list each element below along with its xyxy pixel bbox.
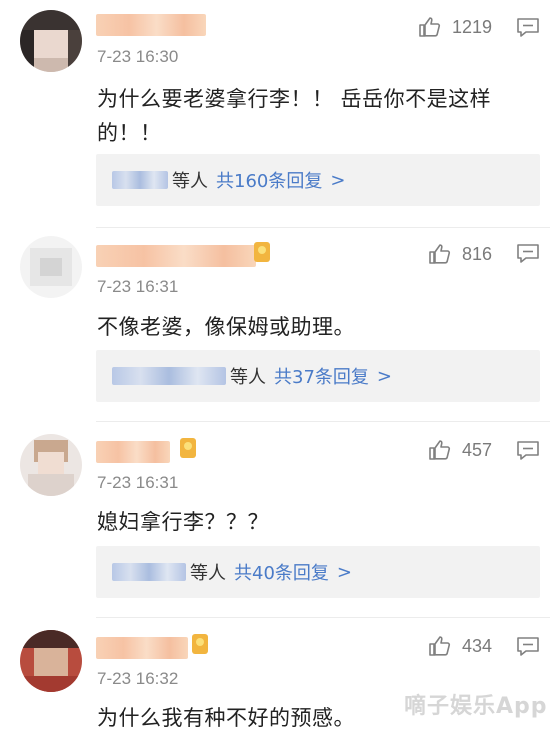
like-button[interactable]: 816 — [428, 242, 492, 266]
comment-time: 7-23 16:31 — [97, 473, 179, 492]
like-button[interactable]: 1219 — [418, 15, 492, 39]
comment-text: 媳妇拿行李？？？ — [97, 510, 269, 534]
avatar[interactable] — [20, 434, 82, 496]
comment-time: 7-23 16:31 — [97, 277, 179, 296]
chevron-right-icon: > — [376, 365, 392, 387]
reply-user-names — [112, 367, 226, 385]
reply-user-names — [112, 171, 168, 189]
comment-item: 7-23 16:30 为什么要老婆拿行李！！ 岳岳你不是这样的！！ 等人 共16… — [0, 0, 550, 215]
reply-suffix: 等人 — [172, 171, 208, 192]
thumbs-up-icon — [429, 636, 451, 656]
like-button[interactable]: 434 — [428, 634, 492, 658]
reply-count-link[interactable]: 共40条回复 — [234, 559, 329, 585]
vip-badge-icon — [192, 634, 208, 654]
reply-suffix: 等人 — [190, 563, 226, 584]
reply-summary[interactable]: 等人 共37条回复 > — [96, 350, 540, 402]
vip-badge-icon — [180, 438, 196, 458]
like-count: 434 — [462, 635, 493, 656]
comment-reply-icon[interactable] — [516, 17, 540, 39]
avatar[interactable] — [20, 10, 82, 72]
comment-reply-icon[interactable] — [516, 243, 540, 265]
username[interactable] — [96, 441, 170, 463]
reply-count-link[interactable]: 共37条回复 — [274, 363, 369, 389]
thumbs-up-icon — [429, 440, 451, 460]
reply-user-names — [112, 563, 186, 581]
comment-reply-icon[interactable] — [516, 636, 540, 658]
reply-suffix: 等人 — [230, 367, 266, 388]
comment-time: 7-23 16:30 — [97, 47, 179, 66]
like-button[interactable]: 457 — [428, 438, 492, 462]
comment-text: 不像老婆，像保姆或助理。 — [97, 315, 355, 339]
comment-item: 7-23 16:31 不像老婆，像保姆或助理。 等人 共37条回复 > 816 — [0, 228, 550, 424]
vip-badge-icon — [254, 242, 270, 262]
avatar[interactable] — [20, 630, 82, 692]
reply-summary[interactable]: 等人 共40条回复 > — [96, 546, 540, 598]
comment-text: 为什么要老婆拿行李！！ 岳岳你不是这样的！！ — [97, 87, 492, 145]
thumbs-up-icon — [419, 17, 441, 37]
avatar[interactable] — [20, 236, 82, 298]
comment-time: 7-23 16:32 — [97, 669, 179, 688]
reply-summary[interactable]: 等人 共160条回复 > — [96, 154, 540, 206]
chevron-right-icon: > — [336, 561, 352, 583]
chevron-right-icon: > — [330, 169, 346, 191]
thumbs-up-icon — [429, 244, 451, 264]
username[interactable] — [96, 245, 256, 267]
username[interactable] — [96, 14, 206, 36]
comment-item: 7-23 16:31 媳妇拿行李？？？ 等人 共40条回复 > 457 — [0, 422, 550, 618]
username[interactable] — [96, 637, 188, 659]
watermark: 嘀子娱乐App — [404, 694, 548, 719]
reply-count-link[interactable]: 共160条回复 — [216, 167, 322, 193]
like-count: 457 — [462, 439, 493, 460]
like-count: 816 — [462, 243, 493, 264]
comment-reply-icon[interactable] — [516, 440, 540, 462]
comment-item: 7-23 16:32 为什么我有种不好的预感。 434 — [0, 618, 550, 741]
like-count: 1219 — [452, 16, 493, 37]
